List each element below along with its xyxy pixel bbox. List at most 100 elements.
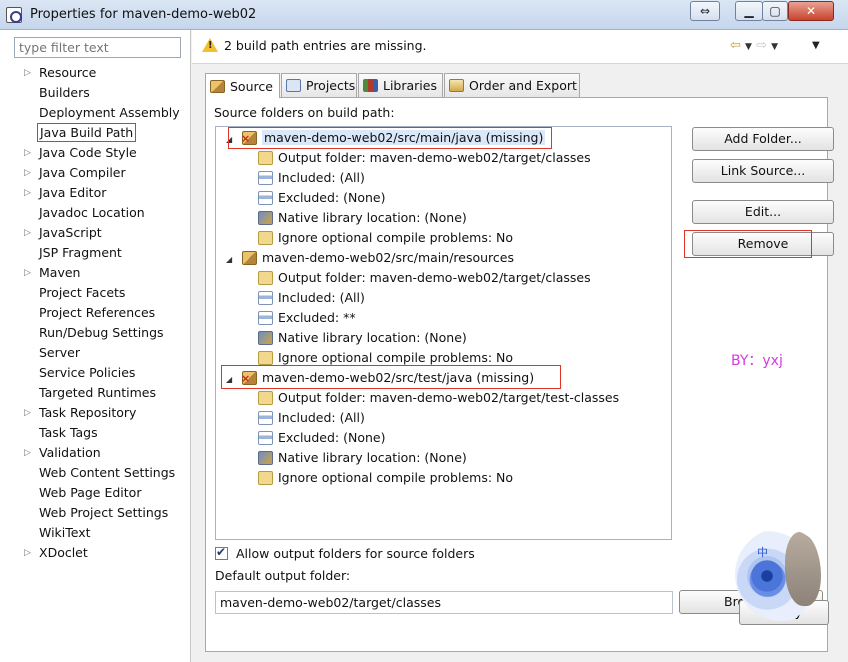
sidebar-item[interactable]: ▷ JavaScript: [0, 223, 191, 243]
link-source-button[interactable]: Link Source...: [692, 159, 834, 183]
tree-node-label: Included: (All): [278, 410, 365, 425]
sidebar-item[interactable]: Java Build Path: [0, 123, 191, 143]
minimize-button[interactable]: ▁: [735, 1, 763, 21]
sidebar-item-label: Javadoc Location: [39, 205, 145, 220]
sidebar-item[interactable]: Project Facets: [0, 283, 191, 303]
remove-button[interactable]: Remove: [692, 232, 834, 256]
output-folder-icon: [258, 391, 273, 405]
collapse-arrow-icon[interactable]: ◢: [226, 250, 238, 270]
tree-node-label: Output folder: maven-demo-web02/target/c…: [278, 270, 591, 285]
expand-arrow-icon[interactable]: ▷: [24, 403, 31, 423]
source-folder-node[interactable]: ◢ maven-demo-web02/src/main/resources: [226, 248, 514, 268]
source-folder-attribute[interactable]: Excluded: (None): [258, 428, 385, 448]
sidebar-item[interactable]: WikiText: [0, 523, 191, 543]
expand-arrow-icon[interactable]: ▷: [24, 443, 31, 463]
filter-input[interactable]: [14, 37, 181, 58]
source-folder-attribute[interactable]: Output folder: maven-demo-web02/target/c…: [258, 268, 591, 288]
tab-order-label: Order and Export: [469, 78, 577, 93]
sidebar-item[interactable]: Task Tags: [0, 423, 191, 443]
message-text: 2 build path entries are missing.: [224, 38, 427, 53]
source-folder-attribute[interactable]: Output folder: maven-demo-web02/target/c…: [258, 148, 591, 168]
sidebar-item[interactable]: Javadoc Location: [0, 203, 191, 223]
excluded-filter-icon: [258, 431, 273, 445]
allow-output-folders-option[interactable]: Allow output folders for source folders: [215, 545, 475, 561]
tree-node-label: maven-demo-web02/src/main/java (missing): [262, 130, 546, 145]
close-button[interactable]: ✕: [788, 1, 834, 21]
sidebar-item[interactable]: Web Page Editor: [0, 483, 191, 503]
sidebar-item[interactable]: Targeted Runtimes: [0, 383, 191, 403]
included-filter-icon: [258, 291, 273, 305]
view-menu-icon[interactable]: ▼: [812, 40, 820, 51]
sidebar-item[interactable]: Deployment Assembly: [0, 103, 191, 123]
source-folder-attribute[interactable]: Ignore optional compile problems: No: [258, 348, 513, 368]
expand-arrow-icon[interactable]: ▷: [24, 163, 31, 183]
source-folder-attribute[interactable]: Included: (All): [258, 168, 365, 188]
source-folder-attribute[interactable]: Native library location: (None): [258, 448, 467, 468]
native-library-icon: [258, 211, 273, 225]
projects-tab-icon: [286, 79, 301, 92]
add-folder-button[interactable]: Add Folder...: [692, 127, 834, 151]
source-folder-node[interactable]: ◢ maven-demo-web02/src/test/java (missing…: [226, 368, 534, 388]
properties-nav-panel: ▷ Resource Builders Deployment Assembly Java…: [0, 30, 191, 662]
sidebar-item[interactable]: ▷ Java Editor: [0, 183, 191, 203]
tab-libraries[interactable]: Libraries: [358, 73, 443, 97]
default-output-field[interactable]: [215, 591, 673, 614]
tab-projects[interactable]: Projects: [281, 73, 357, 97]
source-folder-attribute[interactable]: Output folder: maven-demo-web02/target/t…: [258, 388, 619, 408]
tree-node-label: Included: (All): [278, 170, 365, 185]
expand-arrow-icon[interactable]: ▷: [24, 183, 31, 203]
sidebar-item[interactable]: JSP Fragment: [0, 243, 191, 263]
sidebar-item-label: JSP Fragment: [39, 245, 122, 260]
forward-dropdown-icon[interactable]: ▼: [771, 42, 778, 52]
collapse-arrow-icon[interactable]: ◢: [226, 130, 238, 150]
back-dropdown-icon[interactable]: ▼: [745, 42, 752, 52]
native-library-icon: [258, 451, 273, 465]
avatar: 中: [735, 528, 828, 621]
collapse-arrow-icon[interactable]: ◢: [226, 370, 238, 390]
source-folder-attribute[interactable]: Ignore optional compile problems: No: [258, 228, 513, 248]
tab-order-and-export[interactable]: Order and Export: [444, 73, 580, 97]
expand-arrow-icon[interactable]: ▷: [24, 263, 31, 283]
forward-arrow-icon[interactable]: ⇨: [756, 38, 767, 53]
expand-arrow-icon[interactable]: ▷: [24, 143, 31, 163]
excluded-filter-icon: [258, 311, 273, 325]
sidebar-item[interactable]: Builders: [0, 83, 191, 103]
maximize-button[interactable]: ▢: [762, 1, 788, 21]
tree-node-label: Included: (All): [278, 290, 365, 305]
allow-output-checkbox[interactable]: [215, 545, 228, 560]
source-folder-attribute[interactable]: Excluded: (None): [258, 188, 385, 208]
tree-node-label: maven-demo-web02/src/main/resources: [262, 250, 514, 265]
restore-icon[interactable]: ⇔: [690, 1, 720, 21]
source-folder-node[interactable]: ◢ maven-demo-web02/src/main/java (missing…: [226, 128, 546, 150]
sidebar-item[interactable]: Web Project Settings: [0, 503, 191, 523]
sidebar-item[interactable]: Project References: [0, 303, 191, 323]
sidebar-item[interactable]: ▷ Resource: [0, 63, 191, 83]
expand-arrow-icon[interactable]: ▷: [24, 543, 31, 563]
expand-arrow-icon[interactable]: ▷: [24, 223, 31, 243]
sidebar-item[interactable]: ▷ Maven: [0, 263, 191, 283]
edit-button[interactable]: Edit...: [692, 200, 834, 224]
source-folder-attribute[interactable]: Included: (All): [258, 288, 365, 308]
source-folder-attribute[interactable]: Excluded: **: [258, 308, 356, 328]
source-folder-attribute[interactable]: Ignore optional compile problems: No: [258, 468, 513, 488]
back-arrow-icon[interactable]: ⇦: [730, 38, 741, 53]
source-folder-attribute[interactable]: Native library location: (None): [258, 328, 467, 348]
sidebar-item[interactable]: ▷ Java Code Style: [0, 143, 191, 163]
source-folders-tree[interactable]: ◢ maven-demo-web02/src/main/java (missing…: [215, 126, 672, 540]
sidebar-item[interactable]: Run/Debug Settings: [0, 323, 191, 343]
expand-arrow-icon[interactable]: ▷: [24, 63, 31, 83]
source-folders-label: Source folders on build path:: [214, 105, 395, 120]
warning-mark: !: [208, 40, 213, 51]
avatar-hair-shape: [785, 532, 821, 606]
sidebar-item[interactable]: ▷ Task Repository: [0, 403, 191, 423]
source-folder-attribute[interactable]: Included: (All): [258, 408, 365, 428]
sidebar-item[interactable]: Web Content Settings: [0, 463, 191, 483]
sidebar-item[interactable]: ▷ Java Compiler: [0, 163, 191, 183]
source-folder-attribute[interactable]: Native library location: (None): [258, 208, 467, 228]
sidebar-item[interactable]: ▷ XDoclet: [0, 543, 191, 563]
sidebar-item[interactable]: ▷ Validation: [0, 443, 191, 463]
tab-source[interactable]: Source: [205, 73, 280, 98]
sidebar-item[interactable]: Service Policies: [0, 363, 191, 383]
sidebar-item[interactable]: Server: [0, 343, 191, 363]
included-filter-icon: [258, 171, 273, 185]
